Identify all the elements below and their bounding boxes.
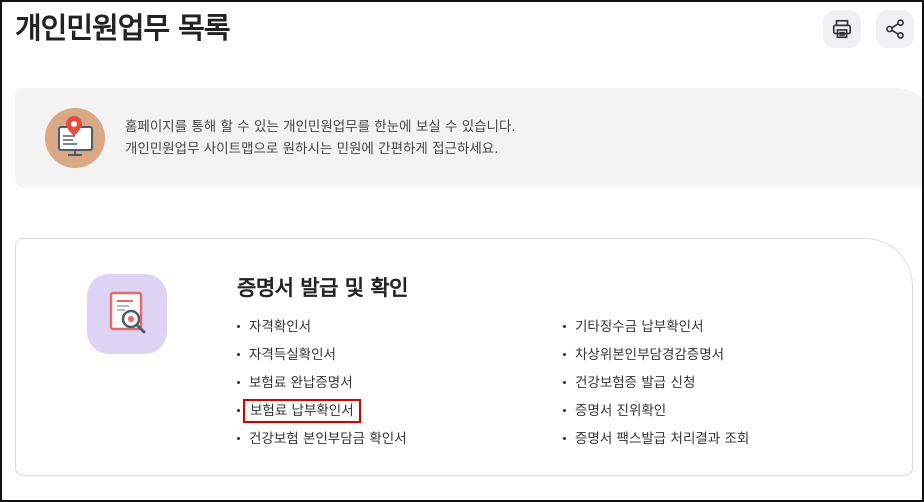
certificate-section-card: 증명서 발급 및 확인 자격확인서 자격득실확인서 보험료 완납증명서 보험료 … xyxy=(15,238,913,476)
list-item-highlighted[interactable]: 보험료 납부확인서 xyxy=(235,397,407,425)
monitor-location-icon xyxy=(45,108,105,168)
list-item[interactable]: 차상위본인부담경감증명서 xyxy=(561,341,749,369)
bullet xyxy=(563,437,566,440)
intro-banner: 홈페이지를 통해 할 수 있는 개인민원업무를 한눈에 보실 수 있습니다. 개… xyxy=(15,88,924,187)
list-item[interactable]: 보험료 완납증명서 xyxy=(235,369,407,397)
bullet xyxy=(563,353,566,356)
certificate-search-icon xyxy=(87,274,167,354)
right-item-list: 기타징수금 납부확인서 차상위본인부담경감증명서 건강보험증 발급 신청 증명서… xyxy=(561,313,749,453)
page-title: 개인민원업무 목록 xyxy=(15,11,231,45)
list-item[interactable]: 건강보험 본인부담금 확인서 xyxy=(235,425,407,453)
share-icon xyxy=(886,19,904,39)
share-button[interactable] xyxy=(876,10,914,48)
list-item[interactable]: 증명서 진위확인 xyxy=(561,397,749,425)
bullet xyxy=(237,409,240,412)
bullet xyxy=(237,325,240,328)
list-item[interactable]: 자격확인서 xyxy=(235,313,407,341)
left-item-list: 자격확인서 자격득실확인서 보험료 완납증명서 보험료 납부확인서 건강보험 본… xyxy=(235,313,407,453)
bullet xyxy=(563,381,566,384)
bullet xyxy=(237,437,240,440)
section-title: 증명서 발급 및 확인 xyxy=(237,276,409,300)
intro-line-1: 홈페이지를 통해 할 수 있는 개인민원업무를 한눈에 보실 수 있습니다. xyxy=(125,119,516,135)
intro-line-2: 개인민원업무 사이트맵으로 원하시는 민원에 간편하게 접근하세요. xyxy=(125,141,499,157)
bullet xyxy=(237,381,240,384)
list-item[interactable]: 기타징수금 납부확인서 xyxy=(561,313,749,341)
print-button[interactable] xyxy=(823,10,861,48)
list-item[interactable]: 자격득실확인서 xyxy=(235,341,407,369)
list-item[interactable]: 건강보험증 발급 신청 xyxy=(561,369,749,397)
bullet xyxy=(563,409,566,412)
list-item[interactable]: 증명서 팩스발급 처리결과 조회 xyxy=(561,425,749,453)
bullet xyxy=(563,325,566,328)
print-icon xyxy=(832,19,852,39)
bullet xyxy=(237,353,240,356)
